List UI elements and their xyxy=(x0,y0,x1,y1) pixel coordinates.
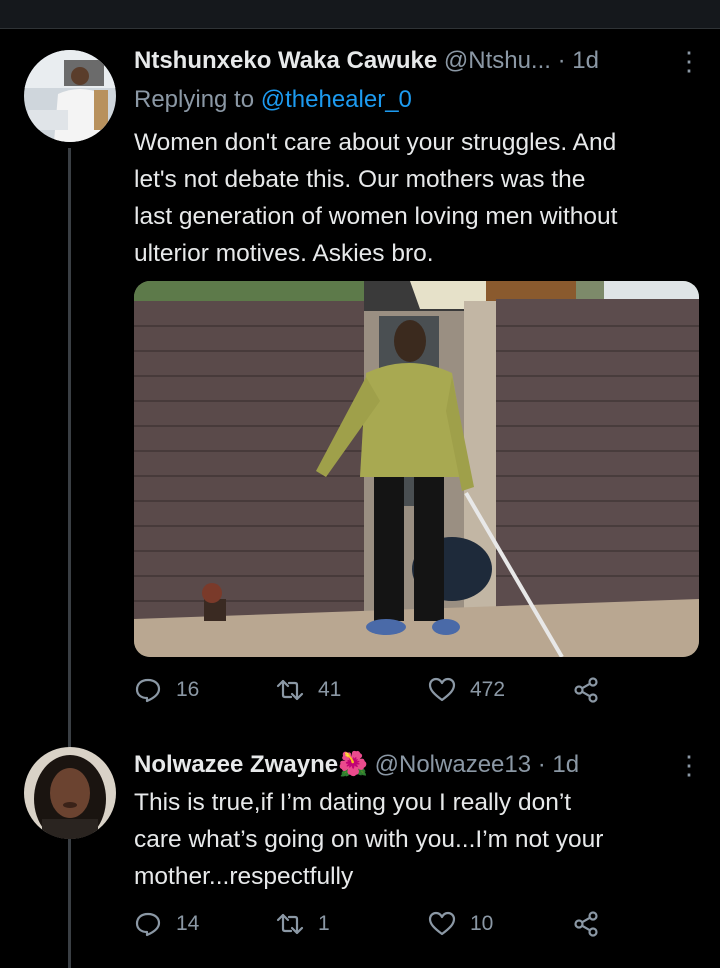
retweet-button[interactable]: 1 xyxy=(276,910,330,938)
flower-emoji: 🌺 xyxy=(338,751,368,778)
replying-to: Replying to @thehealer_0 xyxy=(134,85,412,115)
avatar[interactable] xyxy=(24,747,116,839)
thread-line xyxy=(68,148,71,968)
like-button[interactable]: 10 xyxy=(428,910,493,938)
user-handle[interactable]: @Ntshu... xyxy=(444,47,551,74)
tweet-text-line: mother...respectfully xyxy=(134,863,354,890)
tweet-text-line: let's not debate this. Our mothers was t… xyxy=(134,166,586,193)
share-icon xyxy=(574,911,598,937)
retweet-icon xyxy=(276,913,304,935)
top-bar xyxy=(0,0,720,29)
more-vertical-icon[interactable]: ⋮ xyxy=(676,48,702,74)
tweet-text-line: care what’s going on with you...I’m not … xyxy=(134,826,604,853)
like-count: 10 xyxy=(470,912,494,935)
timestamp[interactable]: · 1d xyxy=(538,751,579,778)
reply-button[interactable]: 14 xyxy=(134,910,199,938)
share-button[interactable] xyxy=(572,676,614,704)
retweet-button[interactable]: 41 xyxy=(276,676,341,704)
tweet-text-line: This is true,if I’m dating you I really … xyxy=(134,789,572,816)
like-count: 472 xyxy=(470,678,506,701)
reply-count: 14 xyxy=(176,912,200,935)
replying-to-label: Replying to xyxy=(134,86,261,113)
avatar[interactable] xyxy=(24,50,116,142)
tweet-actions: 16 41 472 xyxy=(134,676,614,710)
timestamp[interactable]: · 1d xyxy=(558,47,599,74)
share-button[interactable] xyxy=(572,910,614,938)
tweet-header: Nolwazee Zwayne🌺 @Nolwazee13 · 1d xyxy=(134,750,579,780)
like-button[interactable]: 472 xyxy=(428,676,505,704)
reply-count: 16 xyxy=(176,678,200,701)
tweet-header: Ntshunxeko Waka Cawuke @Ntshu... · 1d xyxy=(134,46,599,76)
tweet-photo[interactable] xyxy=(134,281,699,657)
tweet-text: This is true,if I’m dating you I really … xyxy=(134,784,704,895)
share-icon xyxy=(574,677,598,703)
tweet-text-line: ulterior motives. Askies bro. xyxy=(134,240,434,267)
tweet-text-line: last generation of women loving men with… xyxy=(134,203,618,230)
display-name[interactable]: Ntshunxeko Waka Cawuke xyxy=(134,47,437,74)
reply-button[interactable]: 16 xyxy=(134,676,199,704)
retweet-count: 1 xyxy=(318,912,330,935)
retweet-icon xyxy=(276,679,304,701)
tweet-text-line: Women don't care about your struggles. A… xyxy=(134,129,617,156)
tweet-text: Women don't care about your struggles. A… xyxy=(134,124,704,272)
user-handle[interactable]: @Nolwazee13 xyxy=(375,751,531,778)
reply-icon xyxy=(135,678,161,703)
avatar-photo xyxy=(24,50,116,142)
tweet-actions: 14 1 10 xyxy=(134,910,614,944)
avatar-photo xyxy=(24,747,116,839)
photo-man-with-cane xyxy=(134,281,699,657)
reply-icon xyxy=(135,912,161,937)
display-name[interactable]: Nolwazee Zwayne xyxy=(134,751,338,778)
reply-mention-link[interactable]: @thehealer_0 xyxy=(261,86,412,113)
retweet-count: 41 xyxy=(318,678,342,701)
heart-icon xyxy=(428,911,456,936)
heart-icon xyxy=(428,677,456,702)
more-vertical-icon[interactable]: ⋮ xyxy=(676,752,702,778)
